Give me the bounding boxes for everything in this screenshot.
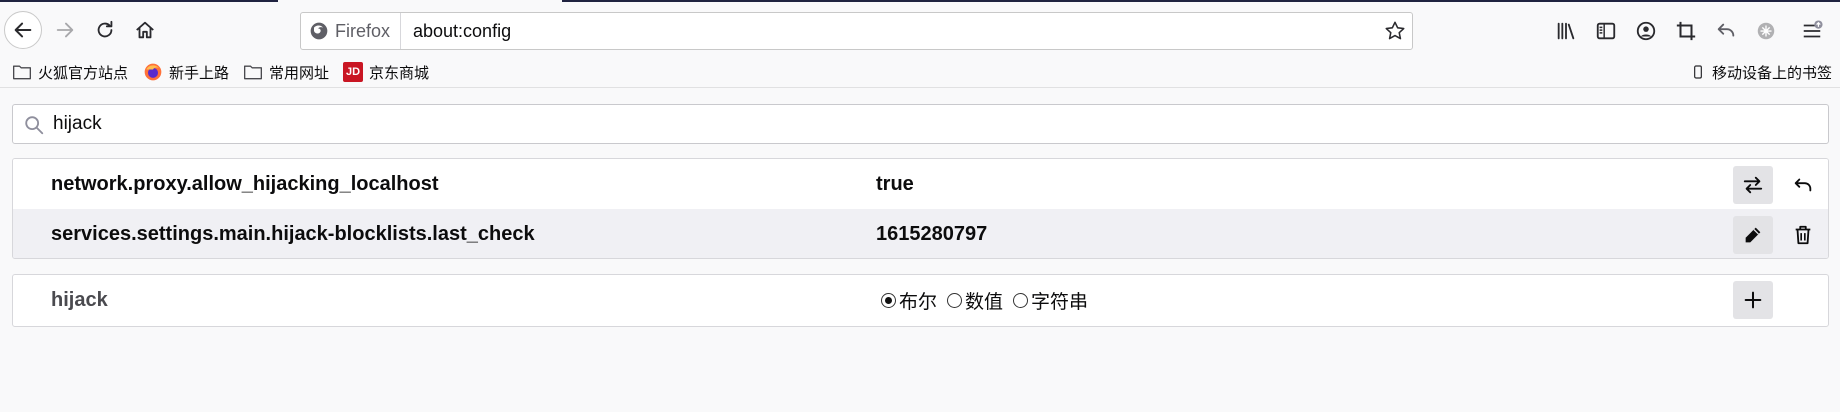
radio-number[interactable]: 数值 (947, 287, 1003, 314)
bookmark-item[interactable]: 新手上路 (143, 60, 229, 84)
mobile-bookmarks[interactable]: 移动设备上的书签 (1690, 60, 1832, 84)
crop-screenshot-icon[interactable] (1674, 19, 1698, 43)
folder-icon (244, 65, 262, 80)
edit-button[interactable] (1733, 216, 1773, 254)
toggle-button[interactable] (1733, 166, 1773, 204)
url-text[interactable]: about:config (413, 13, 511, 49)
sidebar-icon[interactable] (1594, 19, 1618, 43)
folder-icon (13, 65, 32, 80)
search-icon (25, 116, 44, 135)
delete-button[interactable] (1783, 216, 1823, 254)
arrow-left-icon (14, 22, 32, 38)
add-button[interactable] (1733, 281, 1773, 319)
table-row: network.proxy.allow_hijacking_localhost … (13, 159, 1828, 209)
radio-circle[interactable] (881, 293, 896, 308)
add-pref-row: hijack 布尔 数值 字符串 (12, 274, 1829, 327)
radio-boolean[interactable]: 布尔 (881, 287, 937, 314)
identity-label: Firefox (335, 20, 391, 41)
reload-icon (97, 20, 113, 38)
reset-icon (1794, 178, 1812, 192)
pref-name: network.proxy.allow_hijacking_localhost (51, 173, 439, 195)
url-bar[interactable]: Firefox about:config (300, 12, 1413, 50)
prefs-table: network.proxy.allow_hijacking_localhost … (12, 158, 1829, 259)
mobile-phone-icon (1694, 65, 1702, 79)
bookmark-item[interactable]: JD 京东商城 (343, 60, 429, 84)
pref-value: true (876, 173, 914, 195)
plus-icon (1744, 291, 1762, 309)
firefox-icon (144, 63, 162, 81)
search-input[interactable] (53, 105, 1813, 143)
reload-button[interactable] (86, 11, 124, 49)
type-radio-group: 布尔 数值 字符串 (881, 275, 1088, 326)
search-field[interactable] (12, 104, 1829, 144)
radio-string[interactable]: 字符串 (1013, 287, 1088, 314)
radio-circle[interactable] (1013, 293, 1029, 308)
reset-button[interactable] (1783, 166, 1823, 204)
firefox-icon (310, 22, 328, 40)
edit-icon (1745, 227, 1761, 243)
table-row: services.settings.main.hijack-blocklists… (13, 209, 1828, 258)
pref-value: 1615280797 (876, 223, 988, 245)
menu-icon[interactable] (1800, 19, 1824, 43)
undo-arrow-icon[interactable] (1714, 19, 1738, 43)
back-button[interactable] (4, 11, 42, 49)
bookmark-item[interactable]: 火狐官方站点 (12, 60, 128, 84)
jd-icon: JD (343, 62, 363, 82)
bookmark-star-icon[interactable] (1384, 20, 1406, 42)
home-button[interactable] (126, 11, 164, 49)
library-icon[interactable] (1554, 19, 1578, 43)
extension-icon[interactable] (1754, 19, 1778, 43)
radio-circle[interactable] (947, 293, 963, 308)
account-icon[interactable] (1634, 19, 1658, 43)
arrow-right-icon (56, 22, 74, 38)
bookmarks-toolbar: 火狐官方站点 新手上路 常用网址 JD 京东商城 移动设备上的书签 (0, 56, 1840, 88)
delete-icon (1795, 225, 1811, 245)
home-icon (136, 21, 154, 39)
navigation-toolbar: Firefox about:config (0, 2, 1840, 56)
identity-box[interactable]: Firefox (309, 13, 402, 49)
new-pref-name: hijack (51, 289, 108, 311)
bookmark-item[interactable]: 常用网址 (243, 60, 329, 84)
pref-name: services.settings.main.hijack-blocklists… (51, 223, 535, 245)
forward-button[interactable] (46, 11, 84, 49)
toggle-icon (1743, 176, 1763, 194)
